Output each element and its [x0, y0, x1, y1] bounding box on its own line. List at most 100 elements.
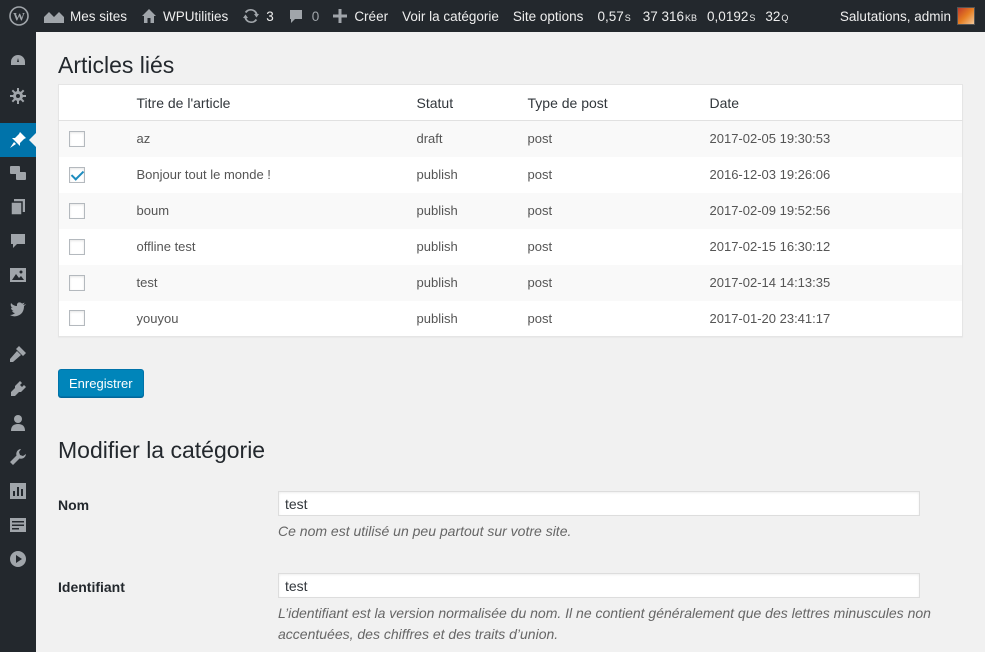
linked-articles-title: Articles liés: [58, 52, 175, 78]
post-date: 2017-02-14 14:13:35: [709, 264, 963, 301]
view-category-label: Voir la catégorie: [402, 8, 499, 24]
site-name-menu[interactable]: WPUtilities: [134, 0, 235, 32]
edit-category-title: Modifier la catégorie: [58, 437, 266, 463]
view-category-link[interactable]: Voir la catégorie: [395, 0, 506, 32]
table-row: Bonjour tout le monde ! publish post 2016-1…: [59, 157, 963, 193]
row-checkbox[interactable]: [69, 274, 85, 291]
post-date: 2017-01-20 23:41:17: [709, 310, 831, 326]
plugins-icon[interactable]: [0, 372, 36, 406]
admin-sidebar: [0, 32, 36, 652]
users-icon[interactable]: [0, 406, 36, 440]
new-content-menu[interactable]: Créer: [326, 0, 395, 32]
pages-icon[interactable]: [0, 190, 36, 224]
my-sites-label: Mes sites: [70, 8, 128, 24]
post-type: post: [527, 310, 553, 326]
updates-menu[interactable]: 3: [235, 0, 281, 32]
post-status: publish: [416, 310, 458, 326]
post-date: 2017-02-15 16:30:12: [709, 239, 831, 254]
wordpress-icon: W: [9, 6, 29, 26]
post-date: 2017-02-09 19:52:56: [709, 192, 963, 229]
updates-icon: [243, 8, 260, 24]
post-status: publish: [416, 239, 458, 254]
post-date: 2017-02-05 19:30:53: [709, 120, 963, 157]
post-title: Bonjour tout le monde !: [136, 167, 271, 182]
greeting: Salutations, admin: [839, 8, 951, 24]
avatar: [957, 7, 975, 25]
row-select-cell: [59, 157, 137, 193]
site-options-menu[interactable]: Site options: [506, 0, 591, 32]
settings-icon[interactable]: [0, 79, 36, 113]
post-status: publish: [416, 167, 458, 182]
qm-time: 0,57S: [597, 8, 631, 24]
post-type: post: [527, 264, 710, 301]
updates-count: 3: [266, 8, 274, 24]
column-header-date: Date: [709, 84, 963, 121]
media-icon[interactable]: [0, 258, 36, 292]
column-header-title: Titre de l'article: [136, 84, 417, 121]
comments-menu[interactable]: 0: [281, 0, 327, 32]
name-description: Ce nom est utilisé un peu partout sur vo…: [278, 523, 572, 539]
qm-queries: 32Q: [765, 8, 789, 24]
post-status: publish: [416, 264, 528, 301]
plus-icon: [333, 9, 348, 23]
table-row: youyou publish post 2017-01-20 23:41:17: [59, 301, 963, 337]
row-select-cell: [58, 120, 137, 157]
qm-memory: 37 316KB: [642, 8, 698, 24]
slug-input[interactable]: [278, 573, 920, 598]
post-status: draft: [416, 120, 528, 157]
post-status: publish: [416, 192, 528, 229]
query-monitor-menu[interactable]: 0,57S 37 316KB 0,0192S 32Q: [590, 0, 795, 32]
post-type: post: [527, 239, 553, 254]
comments-count: 0: [311, 8, 320, 24]
slug-description: L’identifiant est la version normalisée …: [278, 605, 931, 642]
post-date: 2016-12-03 19:26:06: [709, 167, 831, 182]
row-select-cell: [59, 229, 137, 265]
posts-icon[interactable]: [0, 123, 36, 157]
slug-label: Identifiant: [58, 579, 125, 595]
svg-text:W: W: [13, 10, 25, 24]
site-name: WPUtilities: [163, 8, 229, 24]
row-checkbox[interactable]: [69, 310, 85, 327]
comments-icon: [289, 10, 302, 23]
post-type: post: [527, 120, 710, 157]
table-row: boum publish post 2017-02-09 19:52:56: [58, 192, 963, 229]
twitter-icon[interactable]: [0, 292, 36, 326]
dashboard-icon[interactable]: [0, 44, 36, 78]
comments-icon[interactable]: [0, 224, 36, 258]
site-options-label: Site options: [512, 8, 584, 24]
my-account-menu[interactable]: Salutations, admin: [833, 0, 975, 32]
table-row: offline test publish post 2017-02-15 16:30:…: [59, 229, 963, 265]
save-button[interactable]: Enregistrer: [58, 369, 144, 397]
name-label: Nom: [58, 497, 90, 513]
post-type: post: [527, 192, 710, 229]
table-row: az draft post 2017-02-05 19:30:53: [58, 120, 963, 157]
create-label: Créer: [354, 8, 389, 24]
table-header-row: Titre de l'article Statut Type de post D…: [58, 84, 963, 121]
row-checkbox[interactable]: [69, 238, 85, 255]
post-type: post: [527, 167, 553, 182]
qm-db-time: 0,0192S: [707, 8, 756, 24]
wordpress-logo-menu[interactable]: W: [0, 0, 36, 32]
row-checkbox[interactable]: [69, 166, 85, 183]
post-title: offline test: [136, 239, 196, 254]
video-icon[interactable]: [0, 542, 36, 576]
row-select-cell: [58, 264, 137, 301]
post-title: youyou: [136, 310, 179, 326]
linked-articles-table: Titre de l'article Statut Type de post D…: [58, 84, 963, 337]
row-select-cell: [59, 301, 137, 337]
admin-bar: W Mes sites WPUtilities 3 0 Créer Voir l…: [0, 0, 985, 32]
my-sites-menu[interactable]: Mes sites: [36, 0, 134, 32]
row-checkbox[interactable]: [69, 202, 85, 219]
name-input[interactable]: [278, 491, 920, 516]
analytics-icon[interactable]: [0, 474, 36, 508]
row-select-cell: [58, 192, 137, 229]
appearance-icon[interactable]: [0, 337, 36, 371]
post-title: test: [136, 264, 417, 301]
tools-icon[interactable]: [0, 440, 36, 474]
my-sites-icon: [44, 12, 64, 23]
home-icon: [142, 9, 157, 23]
forms-icon[interactable]: [0, 508, 36, 542]
row-checkbox[interactable]: [69, 130, 85, 147]
post-title: az: [136, 120, 417, 157]
media-translation-icon[interactable]: [0, 156, 36, 190]
